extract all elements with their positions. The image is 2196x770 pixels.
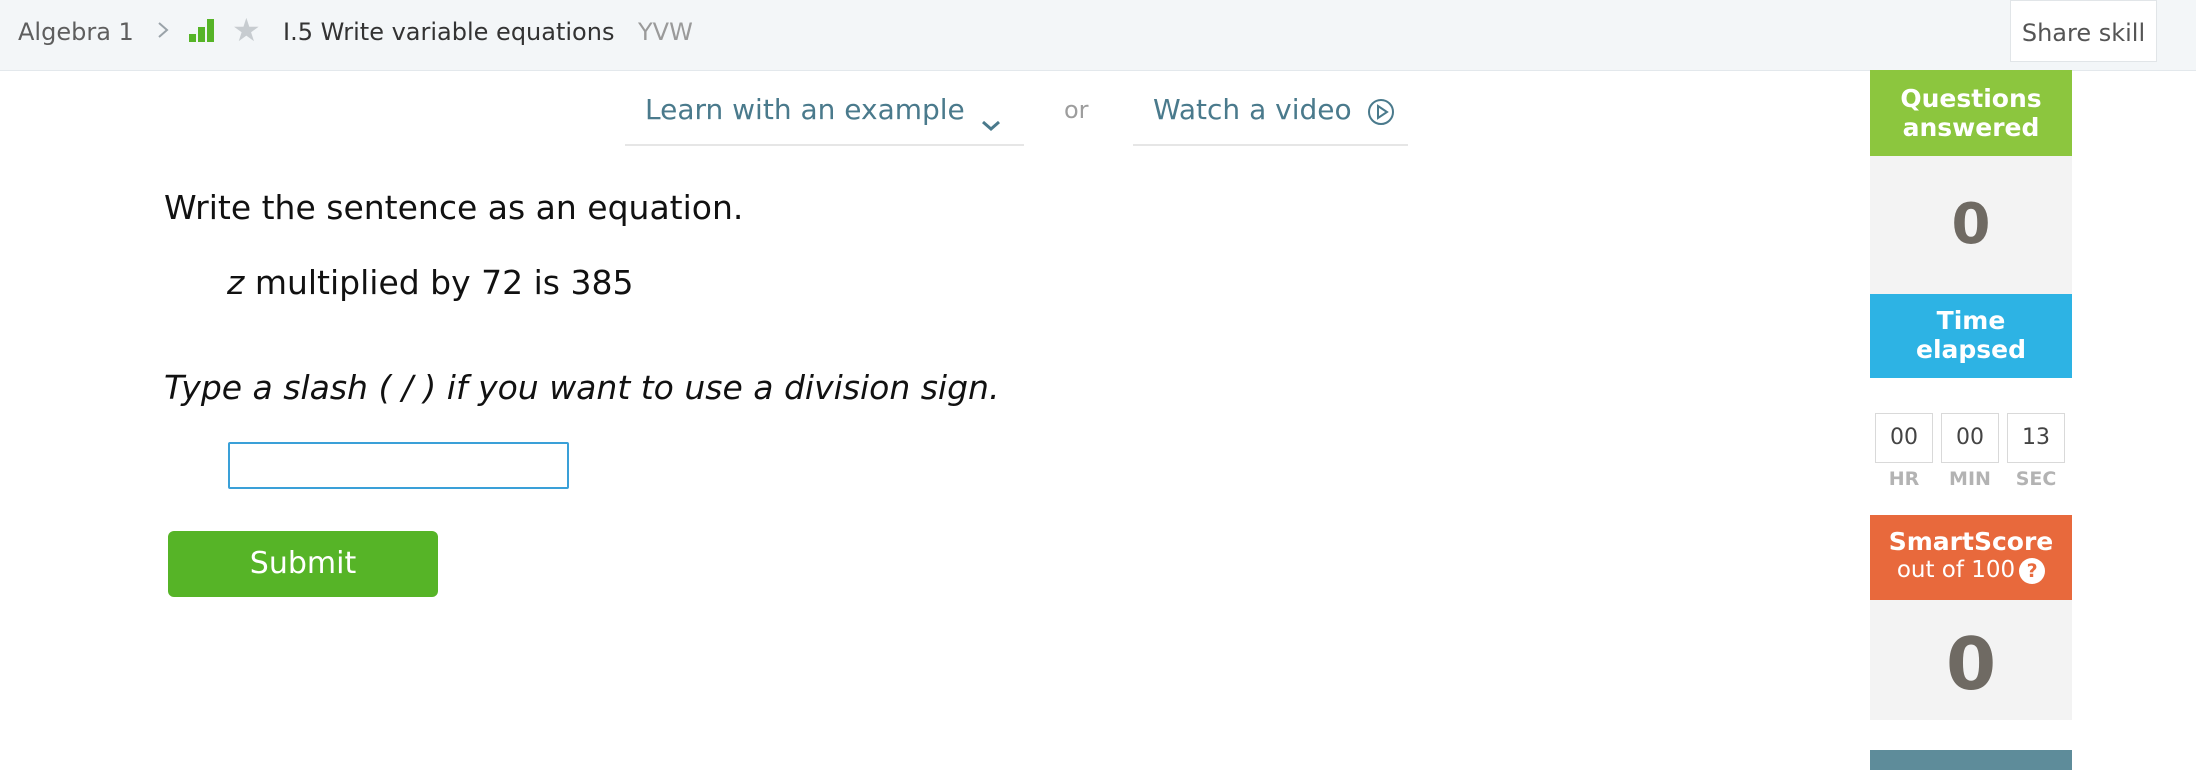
questions-answered-header: Questions answered [1870,70,2072,156]
division-hint: Type a slash ( / ) if you want to use a … [164,368,1000,407]
sentence-text: multiplied by 72 is 385 [244,263,634,302]
time-elapsed-label-2: elapsed [1915,335,2027,364]
submit-button[interactable]: Submit [168,531,438,597]
play-circle-icon [1367,97,1395,125]
timer-minutes-label: MIN [1949,468,1991,490]
breadcrumb-course[interactable]: Algebra 1 [18,17,134,47]
help-icon[interactable]: ? [2019,557,2046,584]
smartscore-header: SmartScore out of 100? [1870,515,2072,600]
watch-video-link[interactable]: Watch a video [1133,90,1408,146]
question-instruction: Write the sentence as an equation. [164,188,744,227]
star-icon[interactable]: ★ [232,13,261,47]
questions-answered-panel: 0 [1870,156,2072,294]
chevron-right-icon [152,15,174,45]
questions-answered-label-2: answered [1902,113,2040,142]
timer-seconds-label: SEC [2015,468,2057,490]
questions-answered-label-1: Questions [1900,84,2042,113]
smartscore-panel: 0 [1870,600,2072,720]
timer-hours: 00 [1875,413,1933,463]
smartscore-value: 0 [1945,622,1997,706]
smartscore-sublabel: out of 100 [1896,557,2016,583]
question-sentence: z multiplied by 72 is 385 [227,263,633,302]
time-elapsed-header: Time elapsed [1870,294,2072,378]
watch-video-label: Watch a video [1153,93,1352,126]
next-sidebar-panel [1870,750,2072,770]
timer-hours-label: HR [1888,468,1920,490]
share-skill-button[interactable]: Share skill [2010,0,2157,62]
smartscore-label: SmartScore [1888,527,2054,556]
answer-input[interactable] [228,442,569,489]
top-bar: Algebra 1 ★ I.5 Write variable equations… [0,0,2196,71]
learn-with-example-link[interactable]: Learn with an example [625,90,1024,146]
timer-minutes: 00 [1941,413,1999,463]
questions-answered-count: 0 [1951,192,1991,257]
signal-bars-icon [188,18,216,44]
skill-code: YVW [638,18,693,46]
smartscore-sublabel-row: out of 100? [1870,556,2072,585]
or-separator: or [1064,96,1089,124]
variable-z: z [227,263,245,302]
timer-seconds: 13 [2007,413,2065,463]
learn-with-example-label: Learn with an example [645,93,965,126]
time-elapsed-label-1: Time [1936,306,2006,335]
skill-title: I.5 Write variable equations [283,18,615,46]
chevron-down-icon [980,104,1002,131]
